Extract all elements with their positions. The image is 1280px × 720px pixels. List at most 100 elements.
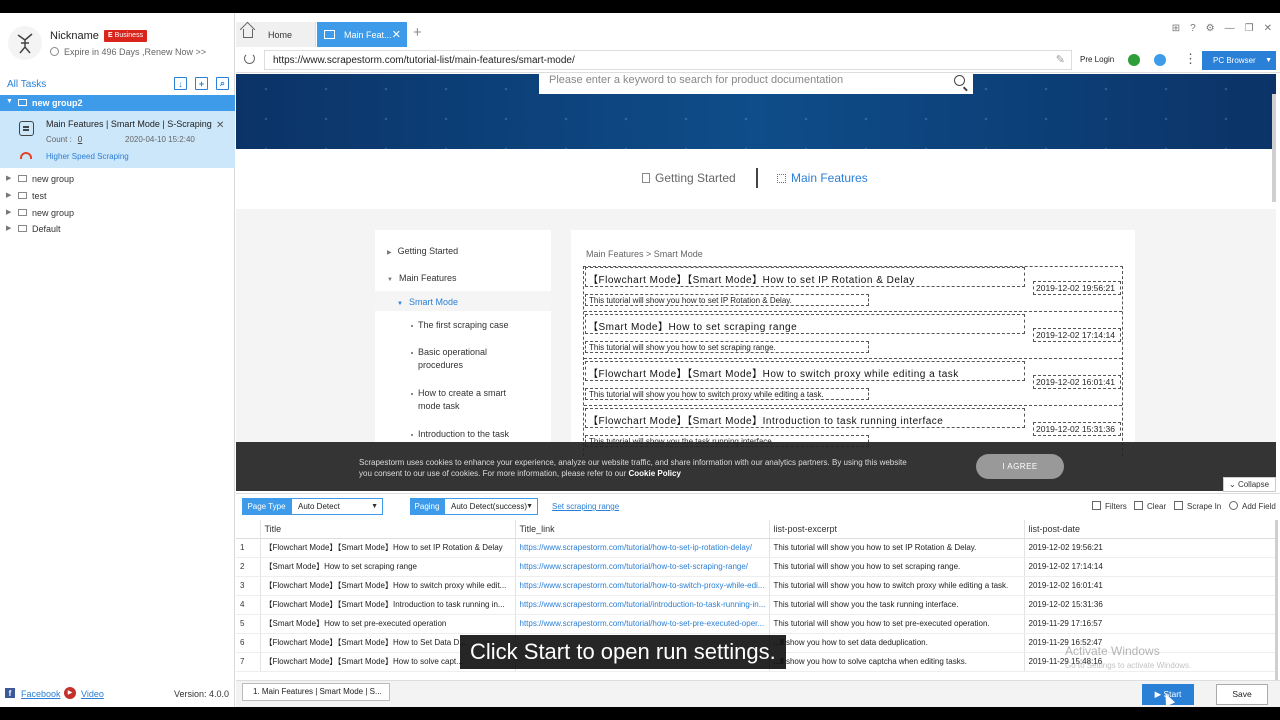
column-header[interactable]: list-post-excerpt — [769, 520, 1025, 539]
expire-renew-link[interactable]: Expire in 496 Days ,Renew Now >> — [50, 47, 206, 57]
table-row[interactable]: 1 【Flowchart Mode】【Smart Mode】How to set … — [236, 538, 1277, 558]
bottom-bar: 1. Main Features | Smart Mode | S... ▶ S… — [236, 680, 1280, 707]
nav-main-features[interactable]: Main Features — [777, 171, 868, 185]
column-header[interactable]: Title_link — [515, 520, 770, 539]
help-icon[interactable]: ? — [1190, 23, 1196, 34]
group-item[interactable]: ▶ Default — [0, 221, 235, 237]
collapse-button[interactable]: ⌄ Collapse — [1223, 477, 1276, 492]
trash-icon — [1134, 501, 1143, 510]
close-window-icon[interactable]: ✕ — [1264, 23, 1272, 34]
task-card[interactable]: Main Features | Smart Mode | S-Scraping … — [0, 111, 235, 168]
collapsed-arrow-icon: ▶ — [6, 225, 12, 232]
folder-icon — [18, 99, 27, 106]
add-field-button[interactable]: Add Field — [1229, 501, 1276, 511]
ua-icon[interactable] — [1154, 54, 1166, 66]
collapse-icon: ⌄ — [1229, 480, 1238, 489]
group-item[interactable]: ▶ new group — [0, 205, 235, 221]
video-link[interactable]: Video — [81, 689, 104, 699]
menu-smart-mode[interactable]: ▼ Smart Mode — [397, 297, 458, 307]
menu-main-features[interactable]: ▼ Main Features — [387, 273, 456, 283]
table-header-row: Title Title_link list-post-excerpt list-… — [236, 520, 1277, 539]
minimize-icon[interactable]: — — [1225, 23, 1235, 34]
tasks-actions: ↓ + ⌕ — [174, 77, 229, 90]
doc-search-input[interactable]: Please enter a keyword to search for pro… — [539, 74, 973, 94]
i-agree-button[interactable]: I AGREE — [976, 454, 1064, 479]
column-header[interactable]: list-post-date — [1024, 520, 1277, 539]
download-icon[interactable]: ↓ — [174, 77, 187, 90]
search-icon[interactable] — [954, 75, 965, 86]
group-item[interactable]: ▶ new group — [0, 171, 235, 187]
reload-icon[interactable] — [244, 53, 255, 64]
menu-getting-started[interactable]: ▶ Getting Started — [387, 246, 458, 256]
tab-strip: Home Main Feat... ✕ + ⊞ ? ⚙ — ❐ ✕ — [236, 13, 1280, 48]
article-title[interactable]: 【Flowchart Mode】【Smart Mode】Introduction… — [585, 408, 1025, 428]
cookie-text: Scrapestorm uses cookies to enhance your… — [359, 458, 907, 478]
nav-getting-started[interactable]: Getting Started — [642, 171, 736, 185]
edit-icon[interactable]: ✎ — [1056, 53, 1065, 66]
table-row[interactable]: 3 【Flowchart Mode】【Smart Mode】How to swit… — [236, 576, 1277, 596]
clear-button[interactable]: Clear — [1134, 501, 1166, 511]
menu-sub-item[interactable]: The first scraping case — [411, 319, 538, 332]
table-row[interactable]: 4 【Flowchart Mode】【Smart Mode】Introductio… — [236, 595, 1277, 615]
article-excerpt: This tutorial will show you how to set s… — [585, 341, 869, 353]
left-sidebar: Nickname E Business Expire in 496 Days ,R… — [0, 13, 235, 707]
sidebar-footer: f Facebook ▶ Video Version: 4.0.0 — [0, 685, 235, 705]
restore-icon[interactable]: ❐ — [1245, 23, 1254, 34]
tab-main-features[interactable]: Main Feat... ✕ — [317, 22, 407, 47]
article-date: 2019-12-02 19:56:21 — [1033, 281, 1121, 295]
url-input[interactable]: https://www.scrapestorm.com/tutorial-lis… — [264, 50, 1072, 70]
new-task-icon[interactable]: + — [195, 77, 208, 90]
paging-label: Paging — [410, 498, 444, 515]
column-header — [236, 520, 261, 539]
clock-icon — [50, 47, 59, 56]
menu-sub-item[interactable]: Basic operational procedures — [411, 346, 510, 372]
scrape-in-button[interactable]: Scrape In — [1174, 501, 1221, 511]
paging-select[interactable]: Auto Detect(success) ▼ — [444, 498, 538, 515]
article-date: 2019-12-02 15:31:36 — [1033, 422, 1121, 436]
page-type-select[interactable]: Auto Detect ▼ — [291, 498, 383, 515]
expanded-arrow-icon: ▼ — [387, 277, 393, 283]
grid-icon[interactable]: ⊞ — [1172, 23, 1180, 34]
more-icon[interactable]: ⋮ — [1184, 51, 1197, 67]
menu-sub-item[interactable]: Introduction to the task — [411, 428, 538, 441]
expanded-arrow-icon: ▼ — [397, 301, 403, 307]
pre-login-button[interactable]: Pre Login — [1080, 55, 1114, 64]
menu-sub-item[interactable]: How to create a smart mode task — [411, 387, 518, 413]
column-header[interactable]: Title — [260, 520, 516, 539]
robot-icon — [19, 121, 34, 136]
collapsed-arrow-icon: ▶ — [6, 175, 12, 182]
table-scrollbar[interactable] — [1275, 520, 1278, 680]
table-row[interactable]: 5 【Smart Mode】How to set pre-executed ope… — [236, 614, 1277, 634]
task-count: Count :0 — [46, 135, 83, 144]
task-tab[interactable]: 1. Main Features | Smart Mode | S... — [242, 683, 390, 701]
article-title[interactable]: 【Flowchart Mode】【Smart Mode】How to set I… — [585, 267, 1025, 287]
pc-browser-select[interactable]: PC Browser ▼ — [1202, 51, 1276, 70]
folder-icon — [18, 192, 27, 199]
article-title[interactable]: 【Smart Mode】How to set scraping range — [585, 314, 1025, 334]
page-scrollbar[interactable] — [1272, 94, 1276, 202]
status-icon[interactable] — [1128, 54, 1140, 66]
close-icon[interactable]: ✕ — [216, 120, 224, 131]
avatar[interactable] — [8, 26, 42, 60]
video-icon[interactable]: ▶ — [64, 687, 76, 699]
close-tab-icon[interactable]: ✕ — [392, 28, 401, 41]
filters-button[interactable]: Filters — [1092, 501, 1127, 511]
cookie-policy-link[interactable]: Cookie Policy — [628, 469, 680, 478]
settings-icon[interactable]: ⚙ — [1206, 23, 1215, 34]
save-button[interactable]: Save — [1216, 684, 1268, 705]
collapsed-arrow-icon: ▶ — [6, 209, 12, 216]
search-tasks-icon[interactable]: ⌕ — [216, 77, 229, 90]
collapsed-arrow-icon: ▶ — [6, 192, 12, 199]
group-item[interactable]: ▶ test — [0, 188, 235, 204]
article-title[interactable]: 【Flowchart Mode】【Smart Mode】How to switc… — [585, 361, 1025, 381]
facebook-icon[interactable]: f — [5, 688, 15, 698]
facebook-link[interactable]: Facebook — [21, 689, 61, 699]
set-scraping-range-link[interactable]: Set scraping range — [552, 502, 619, 511]
tab-home[interactable]: Home — [236, 22, 316, 47]
table-row[interactable]: 2 【Smart Mode】How to set scraping range ht… — [236, 557, 1277, 577]
group-new-group2[interactable]: ▼ new group2 — [0, 95, 235, 111]
new-tab-button[interactable]: + — [413, 24, 422, 41]
task-date: 2020-04-10 15:2:40 — [125, 135, 195, 144]
user-icon — [17, 33, 33, 54]
article-panel: Main Features > Smart Mode 【Flowchart Mo… — [571, 230, 1135, 456]
